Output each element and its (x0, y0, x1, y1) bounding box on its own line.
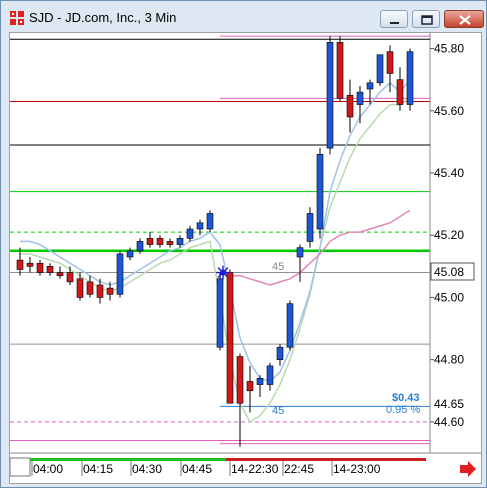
axis-corner-box[interactable] (9, 457, 31, 477)
y-tick-label: 45.00 (434, 290, 464, 304)
candle-19[interactable] (206, 210, 214, 233)
y-tick-label: 45.40 (434, 166, 464, 180)
price-chart[interactable]: 45.80 45.60 45.40 45.20 45.00 44.80 44.60 04:0… (9, 33, 481, 483)
candle-29[interactable] (306, 207, 314, 248)
x-tick-label: 14-23:00 (333, 462, 381, 476)
window-title: SJD - JD.com, Inc., 3 Min (29, 10, 177, 25)
restore-button[interactable] (412, 10, 440, 28)
candle-21[interactable] (226, 269, 234, 404)
title-bar[interactable]: SJD - JD.com, Inc., 3 Min (1, 1, 486, 31)
session-bar-premarket (30, 458, 226, 461)
current-price-label: 45.08 (434, 265, 464, 279)
candle-31[interactable] (326, 36, 334, 155)
upper-line-label: 45 (272, 261, 284, 273)
price-tag-label: 44.65 (434, 397, 464, 411)
candle-27[interactable] (286, 300, 294, 351)
y-tick-label: 45.60 (434, 104, 464, 118)
x-tick-label: 04:00 (33, 462, 63, 476)
close-button[interactable] (444, 10, 484, 28)
session-bar-regular (226, 458, 426, 461)
lower-line-label: 45 (272, 405, 284, 417)
change-percent-label: 0.95 % (386, 404, 420, 416)
chart-window: SJD - JD.com, Inc., 3 Min 45.80 45.60 45.4… (0, 0, 487, 488)
candle-10[interactable] (116, 250, 124, 298)
x-tick-label: 22:45 (284, 462, 314, 476)
y-tick-label: 45.80 (434, 42, 464, 56)
candle-20[interactable] (216, 272, 224, 351)
grid-app-icon (10, 11, 24, 25)
candle-30[interactable] (316, 148, 324, 239)
trade-marker-icon[interactable] (216, 265, 230, 280)
restore-icon (421, 15, 433, 25)
x-tick-label: 04:15 (83, 462, 113, 476)
y-tick-label: 44.80 (434, 353, 464, 367)
candle-39[interactable] (406, 48, 414, 111)
x-tick-label: 14-22:30 (231, 462, 279, 476)
minimize-icon (390, 22, 399, 24)
candle-32[interactable] (336, 36, 344, 102)
x-tick-label: 04:45 (182, 462, 212, 476)
minimize-button[interactable] (380, 10, 408, 28)
y-tick-label: 45.20 (434, 228, 464, 242)
x-tick-label: 04:30 (132, 462, 162, 476)
change-amount-label: $0.43 (392, 392, 420, 404)
y-tick-label: 44.60 (434, 415, 464, 429)
candle-36[interactable] (376, 54, 384, 86)
close-icon (459, 15, 471, 25)
chart-area[interactable]: 45.80 45.60 45.40 45.20 45.00 44.80 44.60 04:0… (9, 32, 482, 484)
